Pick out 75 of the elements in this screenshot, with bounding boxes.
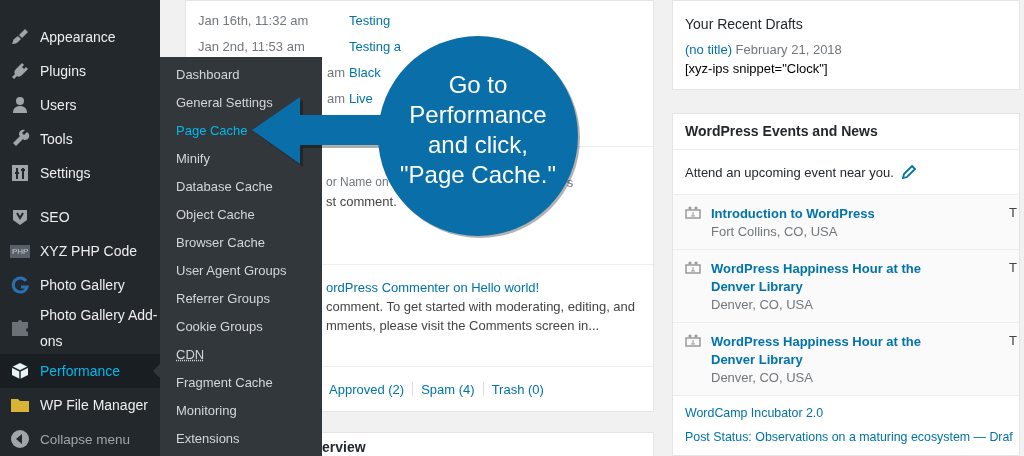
- sidebar-item[interactable]: PHP XYZ PHP Code: [0, 234, 160, 268]
- event-date: T: [1009, 333, 1017, 350]
- submenu-item[interactable]: Object Cache: [176, 201, 255, 229]
- submenu-item[interactable]: Minify: [176, 145, 210, 173]
- draft-excerpt: [xyz-ips snippet="Clock"]: [685, 60, 829, 78]
- sidebar-item[interactable]: Photo Gallery: [0, 268, 160, 302]
- submenu-item[interactable]: Fragment Cache: [176, 369, 273, 397]
- comment-text: comment. To get started with moderating, editing, and mments, please visit the Comments screen in...: [326, 297, 637, 335]
- plug-icon: [10, 61, 30, 81]
- submenu-item[interactable]: Database Cache: [176, 173, 273, 201]
- comment-filter-link[interactable]: Trash (0): [491, 381, 544, 397]
- submenu-item[interactable]: Referrer Groups: [176, 285, 270, 313]
- sidebar-item[interactable]: Users: [0, 88, 160, 122]
- card-title: WordPress Events and News: [673, 114, 1019, 150]
- meetup-icon: [685, 205, 701, 219]
- activity-date: Jan 2nd, 11:53 am: [198, 38, 305, 54]
- sidebar-item[interactable]: Settings: [0, 156, 160, 190]
- event-location: Fort Collins, CO, USA: [711, 223, 839, 241]
- submenu-item[interactable]: Page Cache: [176, 117, 248, 145]
- cube-icon: [10, 361, 30, 381]
- sidebar-item[interactable]: WP File Manager: [0, 388, 160, 422]
- sidebar-item[interactable]: Photo Gallery Add-ons: [0, 302, 160, 354]
- callout-text: Go to Performance and click, "Page Cache.": [399, 70, 557, 190]
- sidebar-item[interactable]: Appearance: [0, 20, 160, 54]
- submenu-item[interactable]: Cookie Groups: [176, 313, 263, 341]
- brush-icon: [10, 27, 30, 47]
- person-icon: [10, 95, 30, 115]
- post-link[interactable]: Black: [349, 64, 381, 80]
- event-link[interactable]: WordPress Happiness Hour at the Denver Library: [711, 333, 941, 369]
- submenu-item[interactable]: Extensions: [176, 425, 240, 453]
- collapse-icon: [10, 429, 30, 449]
- event-link[interactable]: Introduction to WordPress: [711, 205, 941, 223]
- puzzle-icon: [10, 318, 30, 338]
- event-link[interactable]: WordPress Happiness Hour at the Denver Library: [711, 260, 941, 296]
- activity-date: Jan 16th, 11:32 am: [198, 12, 309, 28]
- draft-date: February 21, 2018: [735, 42, 842, 57]
- activity-date: am: [327, 64, 346, 80]
- event-date: T: [1009, 260, 1017, 277]
- comment-text: st comment.: [326, 193, 398, 212]
- comment-heading: ordPress Commenter on Hello world!: [326, 278, 540, 297]
- card-title: erview: [322, 439, 366, 455]
- event-location: Denver, CO, USA: [711, 369, 814, 387]
- comment-heading: s: [566, 174, 574, 193]
- post-link[interactable]: Live: [349, 90, 373, 106]
- comment-filter-link[interactable]: Spam (4): [421, 381, 475, 397]
- comment-heading: or Name on: [326, 174, 389, 192]
- shield-icon: [10, 207, 30, 227]
- news-link[interactable]: Post Status: Observations on a maturing ecosystem — Draf: [685, 430, 1019, 444]
- arc-icon: [10, 275, 30, 295]
- sidebar-item[interactable]: Tools: [0, 122, 160, 156]
- sliders-icon: [10, 163, 30, 183]
- sidebar-item[interactable]: Performance: [0, 354, 160, 388]
- submenu-item[interactable]: General Settings: [176, 89, 273, 117]
- meetup-icon: [685, 260, 701, 274]
- comment-filter-link[interactable]: Approved (2): [329, 381, 405, 397]
- events-intro: Attend an upcoming event near you.: [685, 164, 894, 180]
- submenu-item[interactable]: CDN: [176, 341, 205, 369]
- event-date: T: [1009, 205, 1017, 222]
- news-link[interactable]: WordCamp Incubator 2.0: [685, 406, 1019, 420]
- activity-date: am: [327, 90, 346, 106]
- post-link[interactable]: Testing a: [349, 38, 402, 54]
- card-title: Your Recent Drafts: [685, 15, 804, 34]
- event-location: Denver, CO, USA: [711, 296, 814, 314]
- collapse-menu-button[interactable]: Collapse menu: [0, 422, 160, 456]
- pencil-icon[interactable]: [901, 165, 916, 179]
- meetup-icon: [685, 333, 701, 347]
- submenu-item[interactable]: User Agent Groups: [176, 257, 287, 285]
- sidebar-item[interactable]: SEO: [0, 200, 160, 234]
- post-link[interactable]: Testing: [349, 12, 391, 28]
- submenu-item[interactable]: Monitoring: [176, 397, 237, 425]
- submenu-item[interactable]: Dashboard: [176, 61, 240, 89]
- php-badge-icon: PHP: [10, 244, 30, 258]
- sidebar-item[interactable]: Plugins: [0, 54, 160, 88]
- draft-link[interactable]: (no title): [685, 42, 732, 57]
- submenu-item[interactable]: Browser Cache: [176, 229, 265, 257]
